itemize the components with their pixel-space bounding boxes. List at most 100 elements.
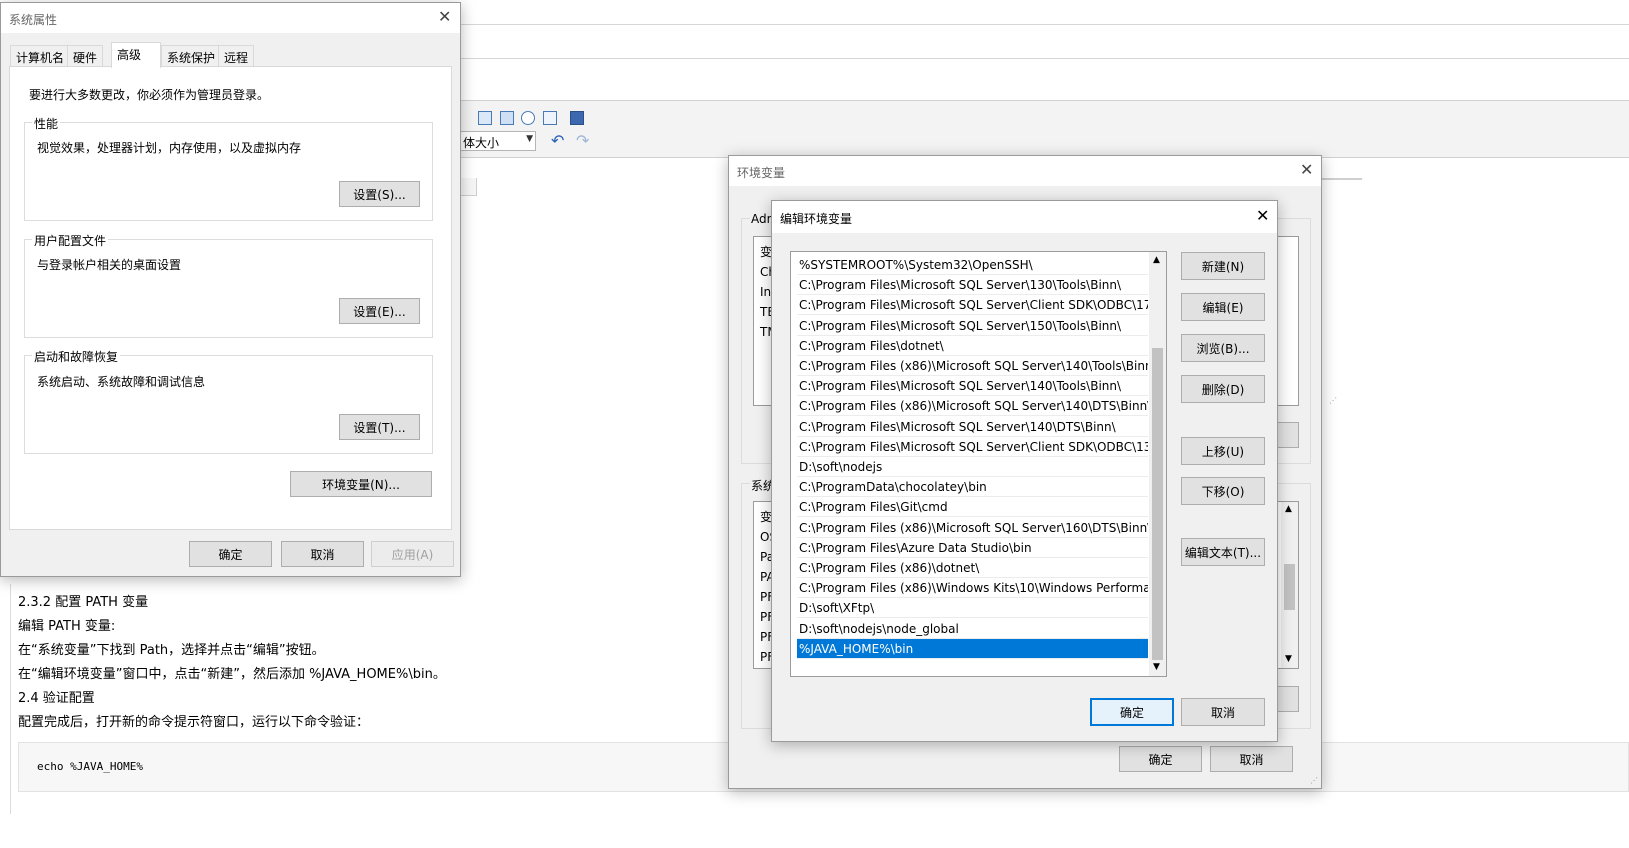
path-list-item[interactable]: C:\Program Files (x86)\Microsoft SQL Ser… bbox=[797, 356, 1148, 376]
environment-variables-button[interactable]: 环境变量(N)... bbox=[290, 471, 432, 497]
editor-page-edge-right bbox=[1322, 178, 1362, 180]
top-divider-1 bbox=[460, 24, 1629, 25]
apply-button[interactable]: 应用(A) bbox=[371, 541, 454, 567]
chevron-down-icon[interactable]: ▼ bbox=[1153, 662, 1160, 672]
path-list-item[interactable]: C:\Program Files\Microsoft SQL Server\Cl… bbox=[797, 437, 1148, 457]
path-list[interactable]: %SYSTEMROOT%\System32\OpenSSH\ C:\Program… bbox=[790, 251, 1167, 677]
path-list-item[interactable]: C:\Program Files\Microsoft SQL Server\13… bbox=[797, 275, 1148, 296]
path-list-item[interactable]: D:\soft\nodejs\node_global bbox=[797, 619, 1148, 639]
group-title: 用户配置文件 bbox=[32, 232, 109, 249]
ok-button[interactable]: 确定 bbox=[1090, 698, 1174, 726]
performance-group: 性能 视觉效果，处理器计划，内存使用，以及虚拟内存 设置(S)... bbox=[24, 115, 433, 221]
path-list-item[interactable]: C:\Program Files\Azure Data Studio\bin bbox=[797, 538, 1148, 558]
tab-label: 计算机名 bbox=[16, 51, 65, 65]
doc-line: 配置完成后，打开新的命令提示符窗口，运行以下命令验证： bbox=[18, 715, 370, 730]
toolbar-icon-2[interactable] bbox=[500, 111, 514, 125]
startup-recovery-group: 启动和故障恢复 系统启动、系统故障和调试信息 设置(T)... bbox=[24, 348, 433, 454]
font-size-select[interactable]: 体大小 ▼ bbox=[460, 131, 536, 151]
group-desc: 系统启动、系统故障和调试信息 bbox=[37, 375, 206, 389]
chevron-up-icon[interactable]: ▲ bbox=[1153, 255, 1160, 265]
edit-text-button[interactable]: 编辑文本(T)... bbox=[1181, 538, 1265, 566]
tab-advanced[interactable]: 高级 bbox=[111, 42, 161, 68]
toolbar-icon-1[interactable] bbox=[478, 111, 492, 125]
path-list-item[interactable]: C:\Program Files (x86)\dotnet\ bbox=[797, 558, 1148, 578]
tab-panel: 要进行大多数更改，你必须作为管理员登录。 性能 视觉效果，处理器计划，内存使用，… bbox=[9, 66, 452, 530]
tab-label: 硬件 bbox=[73, 51, 98, 65]
path-list-item[interactable]: C:\Program Files\Git\cmd bbox=[797, 497, 1148, 518]
path-list-item[interactable]: C:\Program Files\Microsoft SQL Server\15… bbox=[797, 316, 1148, 336]
tab-computer-name[interactable]: 计算机名 bbox=[10, 45, 71, 67]
path-list-item[interactable]: C:\Program Files\Microsoft SQL Server\14… bbox=[797, 376, 1148, 397]
left-rule bbox=[10, 584, 11, 814]
save-icon[interactable] bbox=[570, 111, 584, 125]
scroll-thumb[interactable] bbox=[1152, 348, 1163, 660]
tab-system-protection[interactable]: 系统保护 bbox=[161, 45, 222, 67]
group-desc: 视觉效果，处理器计划，内存使用，以及虚拟内存 bbox=[37, 141, 302, 155]
path-list-item[interactable]: C:\Program Files (x86)\Windows Kits\10\W… bbox=[797, 578, 1148, 599]
browse-button[interactable]: 浏览(B)... bbox=[1181, 334, 1265, 362]
path-list-item-selected[interactable]: %JAVA_HOME%\bin bbox=[797, 638, 1148, 659]
path-list-item[interactable]: D:\soft\nodejs bbox=[797, 457, 1148, 477]
undo-icon[interactable]: ↶ bbox=[551, 131, 564, 150]
ok-button[interactable]: 确定 bbox=[1119, 746, 1202, 772]
resize-grip-icon: ⋰ bbox=[1310, 776, 1318, 785]
path-list-item[interactable]: C:\Program Files\Microsoft SQL Server\14… bbox=[797, 417, 1148, 437]
titlebar: 系统属性 ✕ bbox=[1, 3, 460, 33]
resize-grip-icon: ⋰ bbox=[1329, 396, 1337, 405]
chevron-up-icon[interactable]: ▲ bbox=[1285, 504, 1292, 514]
cancel-button[interactable]: 取消 bbox=[1181, 698, 1265, 726]
delete-button[interactable]: 删除(D) bbox=[1181, 375, 1265, 403]
tab-label: 系统保护 bbox=[167, 51, 216, 65]
user-profiles-group: 用户配置文件 与登录帐户相关的桌面设置 设置(E)... bbox=[24, 232, 433, 338]
search-icon[interactable] bbox=[543, 111, 557, 125]
top-divider-2 bbox=[460, 58, 1629, 59]
path-list-item[interactable]: %SYSTEMROOT%\System32\OpenSSH\ bbox=[797, 255, 1148, 275]
move-up-button[interactable]: 上移(U) bbox=[1181, 437, 1265, 465]
startup-settings-button[interactable]: 设置(T)... bbox=[339, 414, 420, 440]
close-icon[interactable]: ✕ bbox=[438, 8, 451, 26]
user-profiles-settings-button[interactable]: 设置(E)... bbox=[339, 298, 420, 324]
doc-heading: 2.4 验证配置 bbox=[18, 691, 95, 706]
list-item[interactable]: In bbox=[760, 285, 771, 299]
dialog-title: 编辑环境变量 bbox=[780, 212, 853, 226]
font-size-label: 体大小 bbox=[463, 136, 500, 150]
group-title: 启动和故障恢复 bbox=[32, 348, 121, 365]
edit-button[interactable]: 编辑(E) bbox=[1181, 293, 1265, 321]
close-icon[interactable]: ✕ bbox=[1300, 161, 1313, 179]
path-list-item[interactable]: C:\Program Files (x86)\Microsoft SQL Ser… bbox=[797, 396, 1148, 417]
doc-line: 编辑 PATH 变量: bbox=[18, 619, 116, 634]
tab-hardware[interactable]: 硬件 bbox=[67, 45, 104, 67]
dialog-title: 环境变量 bbox=[737, 166, 786, 180]
clock-icon[interactable] bbox=[521, 111, 535, 125]
chevron-down-icon: ▼ bbox=[526, 134, 533, 144]
editor-page-edge bbox=[460, 178, 477, 196]
path-list-item[interactable]: C:\Program Files\Microsoft SQL Server\Cl… bbox=[797, 295, 1148, 316]
ok-button[interactable]: 确定 bbox=[189, 541, 272, 567]
system-properties-dialog: 系统属性 ✕ 计算机名 硬件 高级 系统保护 远程 要进行大多数更改，你必须作为… bbox=[0, 2, 461, 577]
scrollbar[interactable]: ▲ ▼ bbox=[1149, 252, 1166, 676]
code-text: echo %JAVA_HOME% bbox=[37, 760, 143, 773]
cancel-button[interactable]: 取消 bbox=[281, 541, 364, 567]
tab-label: 远程 bbox=[224, 51, 249, 65]
performance-settings-button[interactable]: 设置(S)... bbox=[339, 181, 420, 207]
titlebar: 环境变量 ✕ bbox=[729, 156, 1321, 186]
editor-toolbar bbox=[460, 100, 1629, 158]
chevron-down-icon[interactable]: ▼ bbox=[1285, 654, 1292, 664]
path-list-item[interactable]: C:\ProgramData\chocolatey\bin bbox=[797, 477, 1148, 498]
path-list-item[interactable]: D:\soft\XFtp\ bbox=[797, 598, 1148, 619]
path-list-item[interactable]: C:\Program Files (x86)\Microsoft SQL Ser… bbox=[797, 518, 1148, 538]
scroll-thumb[interactable] bbox=[1284, 564, 1295, 610]
cancel-button[interactable]: 取消 bbox=[1210, 746, 1293, 772]
group-desc: 与登录帐户相关的桌面设置 bbox=[37, 258, 182, 272]
new-button[interactable]: 新建(N) bbox=[1181, 252, 1265, 280]
doc-line: 在“编辑环境变量”窗口中，点击“新建”，然后添加 %JAVA_HOME%\bin… bbox=[18, 667, 446, 682]
close-icon[interactable]: ✕ bbox=[1256, 207, 1269, 225]
path-list-item[interactable]: C:\Program Files\dotnet\ bbox=[797, 336, 1148, 356]
move-down-button[interactable]: 下移(O) bbox=[1181, 477, 1265, 505]
scrollbar[interactable]: ▲ ▼ bbox=[1281, 502, 1298, 668]
titlebar: 编辑环境变量 ✕ bbox=[772, 201, 1277, 233]
redo-icon[interactable]: ↷ bbox=[576, 131, 589, 150]
doc-line: 在“系统变量”下找到 Path，选择并点击“编辑”按钮。 bbox=[18, 643, 325, 658]
tab-remote[interactable]: 远程 bbox=[218, 45, 255, 67]
tab-label: 高级 bbox=[117, 48, 142, 62]
